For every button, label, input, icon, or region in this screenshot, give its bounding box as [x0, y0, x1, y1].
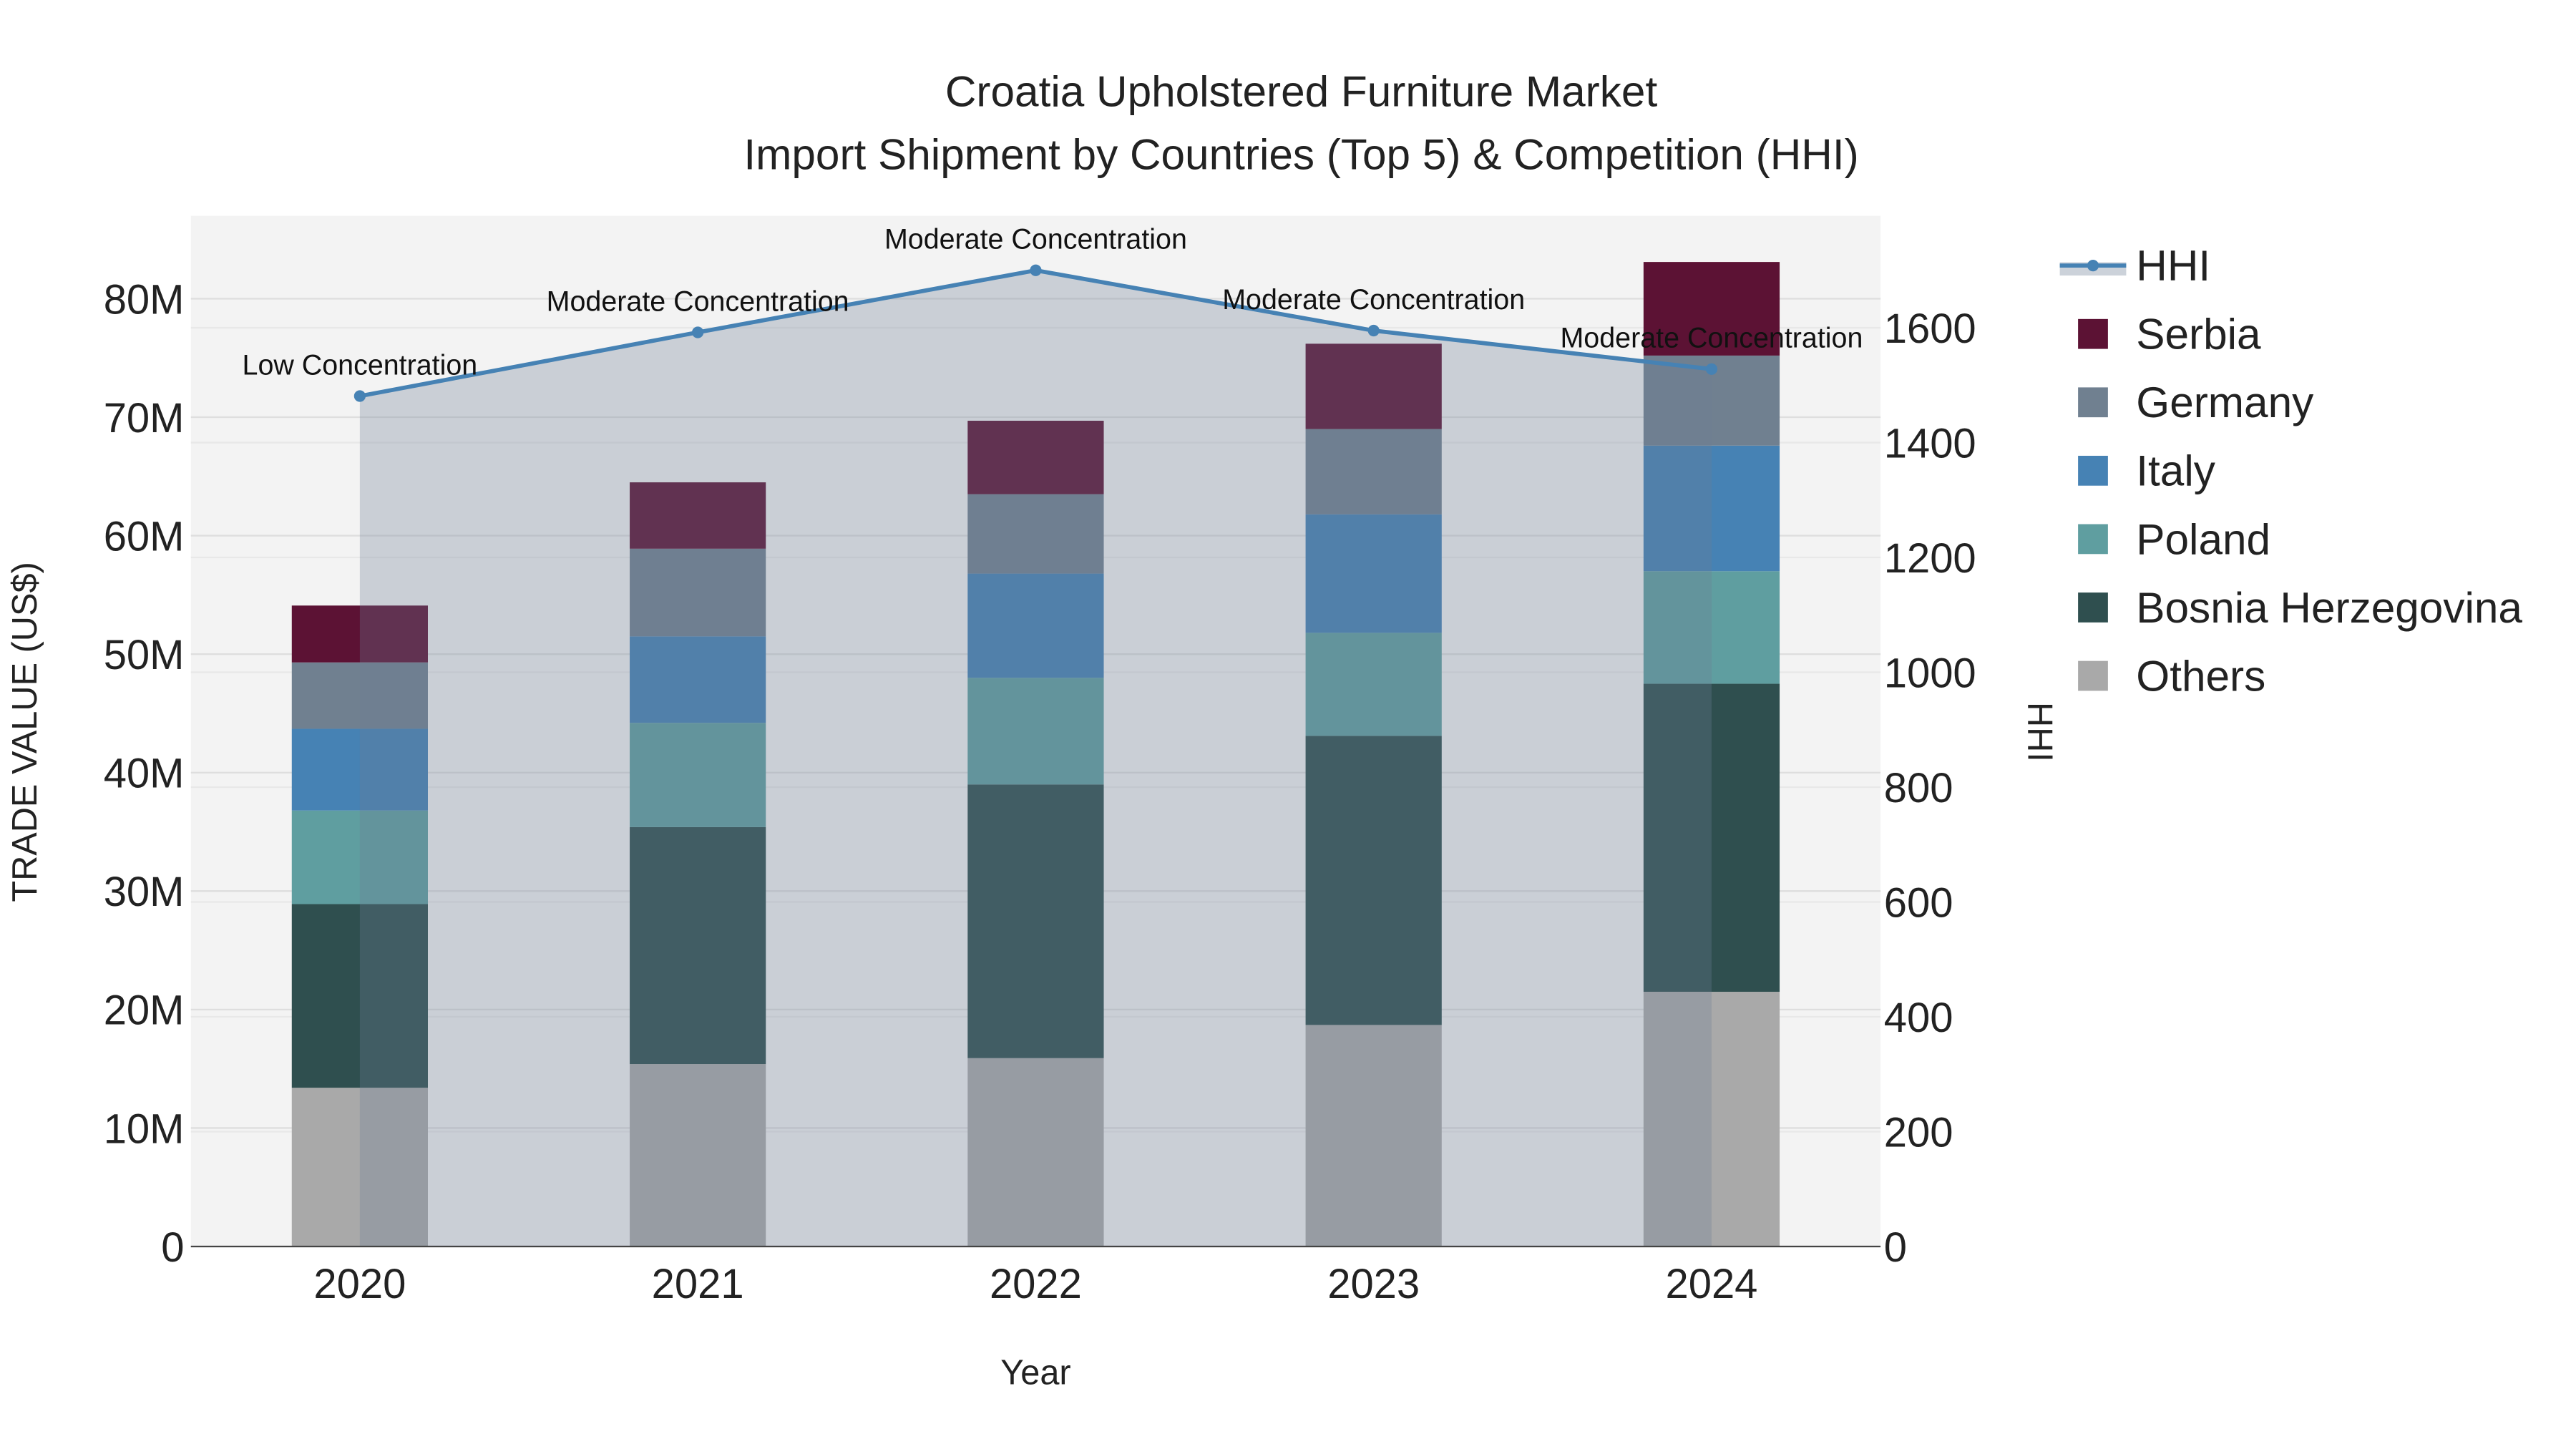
y2-tick-label: 1000: [1884, 650, 1976, 696]
chart-title: Croatia Upholstered Furniture Market: [945, 67, 1658, 115]
x-tick-label: 2024: [1665, 1262, 1757, 1307]
y2-tick-label: 200: [1884, 1110, 1953, 1156]
y2-tick-label: 600: [1884, 880, 1953, 926]
hhi-annotation: Moderate Concentration: [1560, 323, 1863, 354]
hhi-annotation: Low Concentration: [243, 349, 478, 381]
x-tick-label: 2020: [313, 1262, 406, 1307]
hhi-annotation: Moderate Concentration: [547, 286, 849, 317]
y-tick-label: 70M: [104, 396, 185, 441]
legend: HHI Serbia Germany Italy Poland Bosnia Herzeg…: [2059, 241, 2522, 700]
y-tick-label: 50M: [104, 633, 185, 678]
hhi-point: [692, 326, 704, 338]
y-tick-label: 60M: [104, 514, 185, 560]
hhi-annotation: Moderate Concentration: [1222, 284, 1525, 316]
y-tick-label: 40M: [104, 751, 185, 797]
y2-tick-label: 400: [1884, 995, 1953, 1041]
x-axis-title: Year: [1000, 1354, 1070, 1392]
chart-subtitle: Import Shipment by Countries (Top 5) & C…: [743, 130, 1858, 179]
y-tick-label: 20M: [104, 988, 185, 1034]
legend-label: Serbia: [2136, 310, 2261, 358]
x-tick-label: 2022: [990, 1262, 1082, 1307]
legend-label: Poland: [2136, 514, 2270, 563]
legend-label: Italy: [2136, 447, 2215, 495]
y2-axis-title: HHI: [2021, 702, 2059, 762]
y2-tick-label: 800: [1884, 766, 1953, 811]
legend-label: HHI: [2136, 241, 2210, 290]
y2-tick-label: 1600: [1884, 306, 1976, 352]
x-tick-label: 2023: [1327, 1262, 1420, 1307]
y2-tick-label: 0: [1884, 1225, 1907, 1271]
legend-label: Bosnia Herzegovina: [2136, 583, 2522, 632]
hhi-point: [1705, 363, 1718, 375]
x-tick-label: 2021: [652, 1262, 744, 1307]
legend-label: Germany: [2136, 378, 2314, 426]
legend-swatch: [2078, 592, 2108, 623]
chart: Low Concentration Moderate Concentration M…: [6, 67, 2522, 1392]
hhi-area: [359, 270, 1712, 1247]
y-tick-label: 80M: [104, 277, 185, 323]
legend-swatch: [2078, 387, 2108, 418]
legend-swatch: [2078, 318, 2108, 349]
y-tick-label: 10M: [104, 1106, 185, 1152]
hhi-annotation: Moderate Concentration: [884, 224, 1187, 255]
hhi-point: [1030, 264, 1042, 276]
hhi-point: [353, 390, 366, 402]
hhi-point: [1367, 324, 1380, 337]
y-tick-label: 0: [161, 1225, 184, 1271]
legend-swatch: [2078, 455, 2108, 486]
legend-hhi-marker-icon: [2087, 260, 2099, 272]
y2-tick-label: 1400: [1884, 421, 1976, 467]
legend-label: Others: [2136, 651, 2265, 700]
y-axis-title: TRADE VALUE (US$): [6, 562, 44, 902]
legend-swatch: [2078, 524, 2108, 555]
legend-swatch: [2078, 660, 2108, 691]
y-tick-label: 30M: [104, 869, 185, 915]
y2-tick-label: 1200: [1884, 536, 1976, 582]
